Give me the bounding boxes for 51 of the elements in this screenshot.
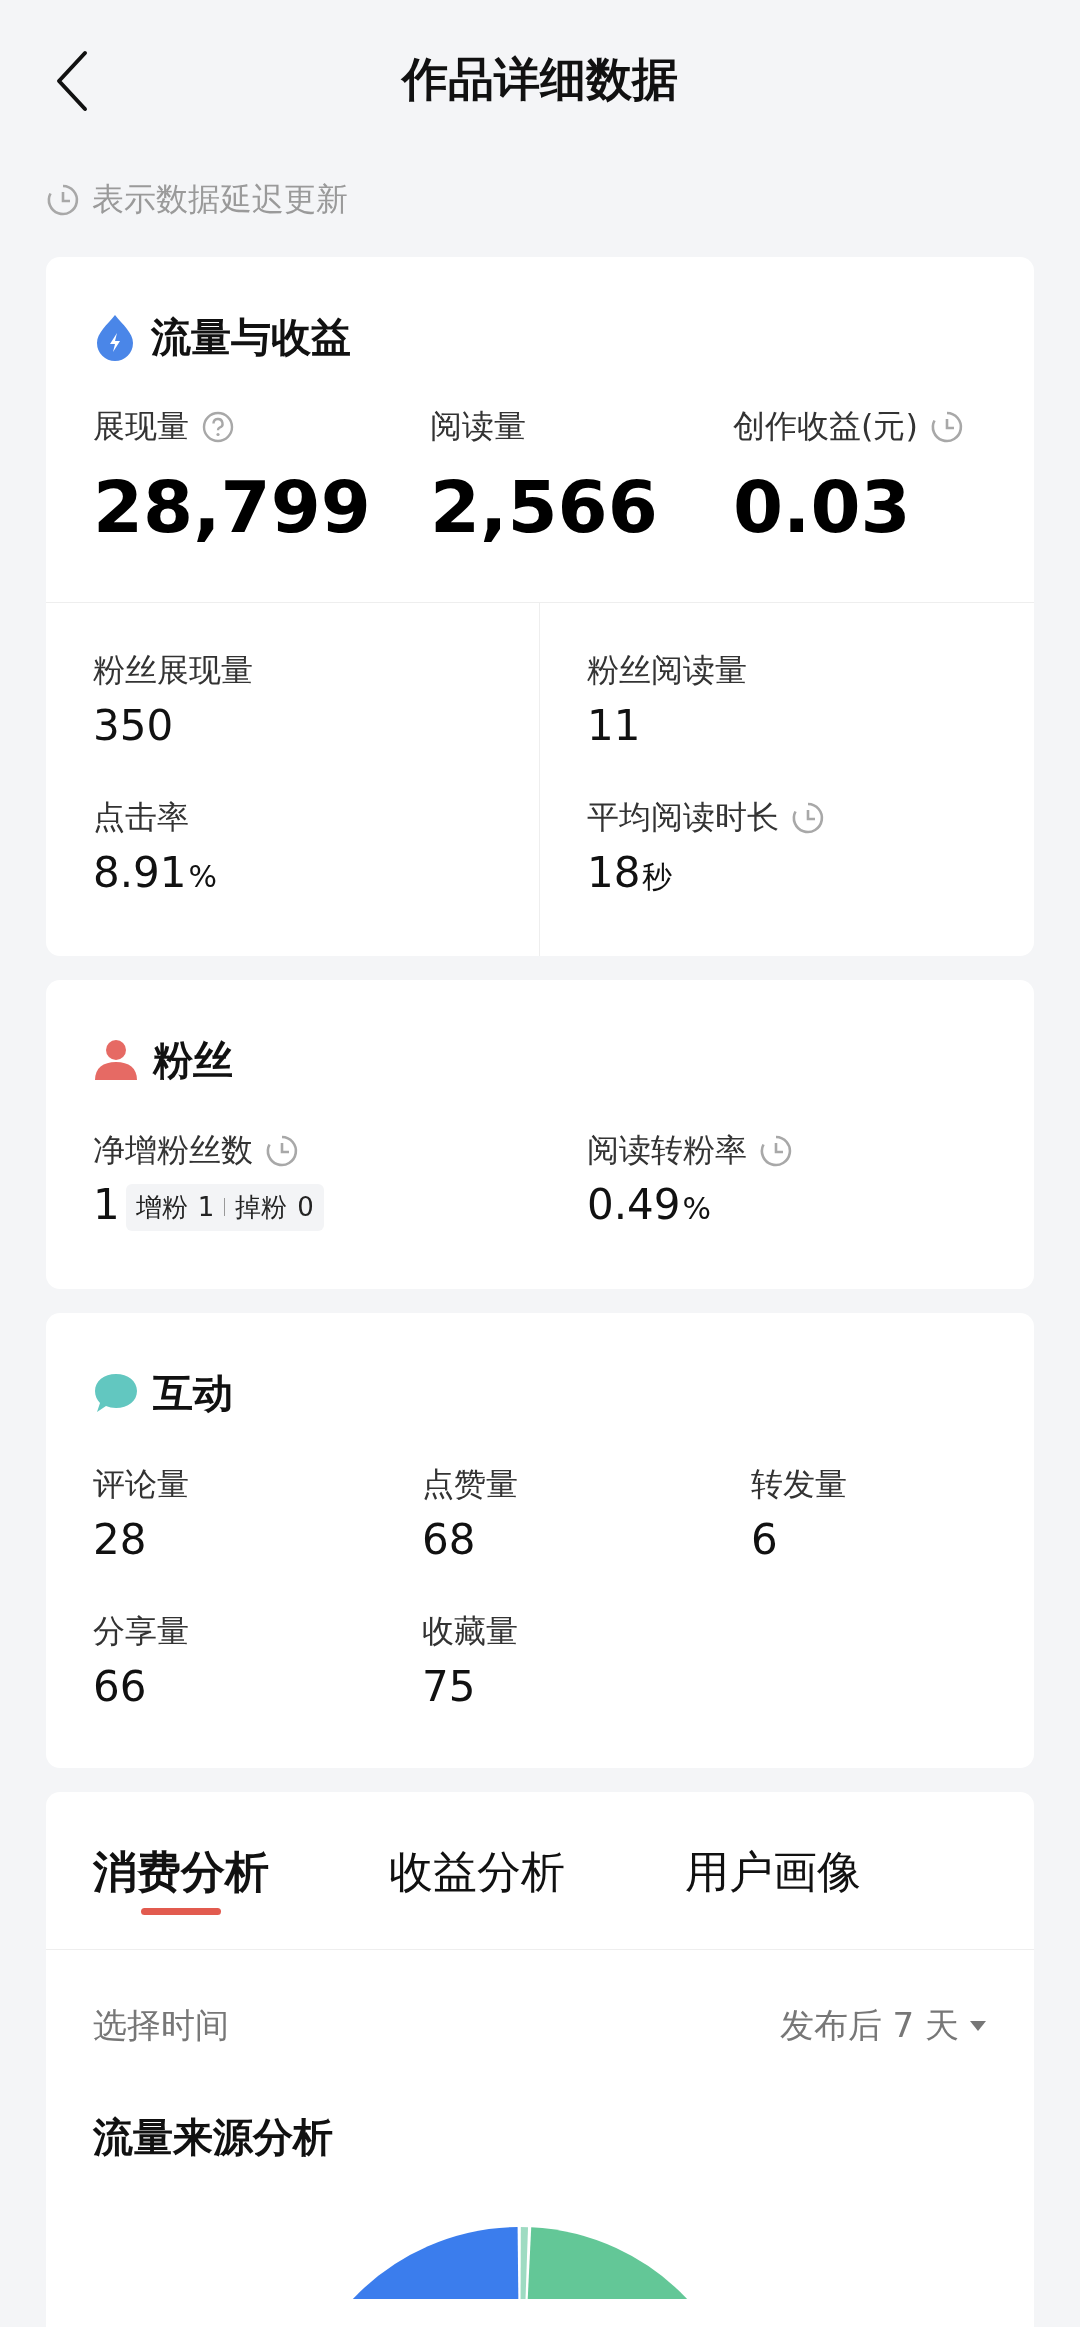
- metric-value: 8.91: [93, 847, 187, 899]
- metric-label: 粉丝展现量: [93, 650, 253, 691]
- breakdown-value: 0: [297, 1192, 314, 1222]
- metric-value: 0.49: [587, 1179, 681, 1231]
- metric-label: 分享量: [93, 1611, 189, 1652]
- breakdown-value: 1: [197, 1192, 215, 1222]
- metric-label: 平均阅读时长: [587, 797, 779, 838]
- caret-icon: [969, 2020, 987, 2032]
- unit-label: %: [188, 859, 218, 894]
- metric-label: 转发量: [751, 1464, 847, 1505]
- metric-value: 2,566: [430, 467, 659, 547]
- unit-label: %: [682, 1191, 712, 1226]
- metric-value: 28: [93, 1514, 147, 1566]
- back-icon: [55, 50, 89, 112]
- time-label: 选择时间: [93, 2004, 229, 2047]
- section-title: 流量与收益: [151, 312, 351, 362]
- metric-label: 粉丝阅读量: [587, 650, 747, 691]
- metric-value: 66: [93, 1661, 147, 1713]
- metric-value: 0.03: [733, 467, 912, 547]
- metric-label: 评论量: [93, 1464, 189, 1505]
- metric-label: 阅读量: [430, 406, 526, 447]
- analysis-tab[interactable]: 用户画像: [685, 1793, 861, 1949]
- section-title: 互动: [153, 1368, 233, 1418]
- metric-value: 11: [587, 700, 641, 752]
- metric-label: 展现量: [93, 406, 189, 447]
- metric-label: 点击率: [93, 797, 189, 838]
- analysis-tab[interactable]: 收益分析: [389, 1793, 565, 1949]
- metric-label: 创作收益(元): [733, 406, 918, 447]
- metric-value: 1: [93, 1179, 120, 1231]
- speech-bubble-icon: [93, 1372, 139, 1414]
- analysis-tab[interactable]: 消费分析: [93, 1793, 269, 1949]
- breakdown-label: 增粉: [135, 1190, 188, 1224]
- metric-value: 18: [587, 847, 641, 899]
- metric-value: 75: [422, 1661, 476, 1713]
- breakdown-label: 掉粉: [235, 1190, 288, 1224]
- metric-label: 收藏量: [422, 1611, 518, 1652]
- delay-notice: 表示数据延迟更新: [92, 179, 348, 220]
- clock-icon: [46, 183, 80, 217]
- metric-value: 28,799: [93, 467, 372, 547]
- section-title: 粉丝: [153, 1035, 233, 1085]
- metric-value: 6: [751, 1514, 778, 1566]
- person-icon: [93, 1038, 139, 1082]
- metric-label: 点赞量: [422, 1464, 518, 1505]
- metric-value: 68: [422, 1514, 476, 1566]
- time-dropdown[interactable]: 发布后 7 天: [779, 2003, 987, 2049]
- unit-label: 秒: [642, 858, 673, 896]
- metric-label: 净增粉丝数: [93, 1130, 253, 1171]
- page-title: 作品详细数据: [402, 51, 678, 108]
- metric-label: 阅读转粉率: [587, 1130, 747, 1171]
- metric-value: 350: [93, 700, 174, 752]
- chart-title: 流量来源分析: [92, 2113, 334, 2162]
